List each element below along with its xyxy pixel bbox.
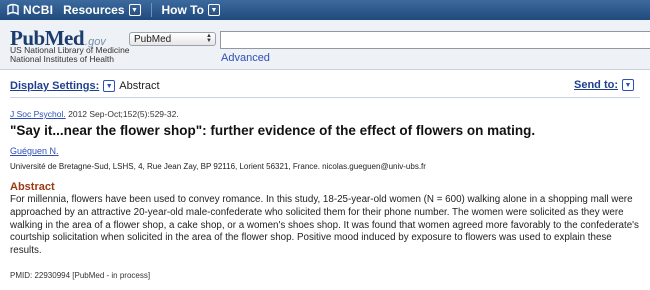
nlm-line-2: National Institutes of Health xyxy=(10,54,114,64)
caret-down-icon: ▼ xyxy=(207,4,220,16)
search-input[interactable] xyxy=(220,31,650,49)
journal-link[interactable]: J Soc Psychol. xyxy=(10,109,66,119)
ncbi-logo-text: NCBI xyxy=(23,3,54,17)
send-to-link[interactable]: Send to: xyxy=(574,79,618,91)
display-settings-link[interactable]: Display Settings: xyxy=(10,80,99,92)
ncbi-logo-icon xyxy=(7,3,19,16)
database-select-value: PubMed xyxy=(134,34,172,45)
nlm-subtitle: US National Library of Medicine National… xyxy=(10,46,130,64)
send-to-menu[interactable]: Send to: ▼ xyxy=(574,79,634,91)
citation-details: 2012 Sep-Oct;152(5):529-32. xyxy=(65,109,179,119)
article-title: "Say it...near the flower shop": further… xyxy=(10,123,536,138)
select-arrows-icon: ▲ ▼ xyxy=(206,33,212,44)
database-select[interactable]: PubMed ▲ ▼ xyxy=(129,32,216,46)
citation-line: J Soc Psychol. 2012 Sep-Oct;152(5):529-3… xyxy=(10,109,179,119)
display-settings-row: Display Settings: ▼ Abstract Send to: ▼ xyxy=(10,79,640,93)
author-affiliation: Université de Bretagne-Sud, LSHS, 4, Rue… xyxy=(10,162,426,171)
advanced-search-link[interactable]: Advanced xyxy=(221,52,270,64)
pmid-line: PMID: 22930994 [PubMed - in process] xyxy=(10,271,151,280)
abstract-heading: Abstract xyxy=(10,181,55,193)
caret-down-icon[interactable]: ▼ xyxy=(103,80,116,92)
menu-separator xyxy=(150,3,152,17)
caret-down-icon[interactable]: ▼ xyxy=(622,79,634,91)
how-to-menu[interactable]: How To ▼ xyxy=(162,3,220,17)
display-settings-value: Abstract xyxy=(119,80,160,92)
how-to-menu-label: How To xyxy=(161,3,204,17)
abstract-text: For millennia, flowers have been used to… xyxy=(10,194,639,257)
section-divider xyxy=(10,97,640,98)
author-link[interactable]: Guéguen N. xyxy=(10,146,59,156)
caret-down-icon: ▼ xyxy=(128,4,141,16)
pubmed-header: PubMed.gov US National Library of Medici… xyxy=(0,20,650,70)
resources-menu-label: Resources xyxy=(63,3,125,17)
ncbi-logo[interactable]: NCBI xyxy=(6,3,53,17)
resources-menu[interactable]: Resources ▼ xyxy=(63,3,152,17)
ncbi-top-bar: NCBI Resources ▼ How To ▼ xyxy=(0,0,650,20)
